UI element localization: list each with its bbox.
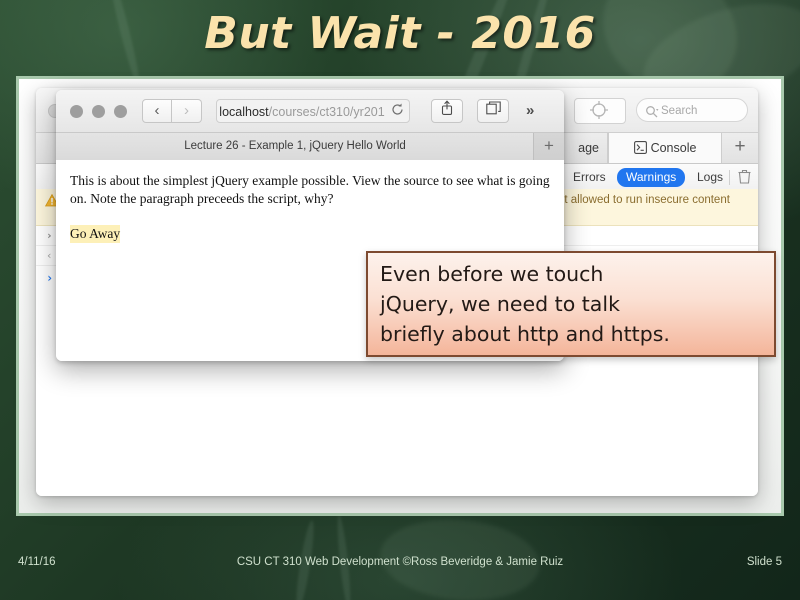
zoom-button[interactable] (114, 105, 127, 118)
page-title: But Wait - 2016 (204, 8, 596, 59)
safari-tab-bar: Lecture 26 - Example 1, jQuery Hello Wor… (56, 133, 564, 161)
tab-console[interactable]: Console (608, 133, 722, 163)
back-button[interactable]: ‹ (142, 99, 172, 123)
callout-box: Even before we touch jQuery, we need to … (366, 251, 776, 357)
prompt-chevron-icon: › (46, 271, 54, 285)
safari-toolbar: ‹ › localhost/courses/ct310/yr201 » (56, 90, 564, 133)
magnifier-icon (645, 104, 659, 121)
tab-storage-label: age (578, 141, 599, 155)
filter-separator (729, 170, 730, 185)
page-paragraph: This is about the simplest jQuery exampl… (70, 173, 550, 206)
footer-slide-number: Slide 5 (746, 556, 782, 568)
forward-button[interactable]: › (172, 99, 202, 123)
callout-line-3: briefly about http and https. (380, 322, 670, 346)
callout-line-1: Even before we touch (380, 262, 604, 286)
console-prompt-icon (633, 135, 647, 165)
tab-console-label: Console (650, 141, 697, 155)
result-arrow-icon: ‹ (46, 249, 53, 262)
callout-line-2: jQuery, we need to talk (380, 292, 620, 316)
chevron-right-icon: › (46, 229, 53, 242)
more-toolbar-items-button[interactable]: » (526, 102, 534, 119)
add-tab-button[interactable]: + (721, 133, 758, 163)
reload-icon[interactable] (391, 100, 404, 122)
inspector-search-input[interactable]: Search (636, 98, 748, 122)
slide: But Wait - 2016 Search age Console + Err… (0, 0, 800, 600)
show-all-tabs-icon[interactable] (477, 99, 509, 123)
url-host: localhost (219, 105, 269, 119)
filter-errors[interactable]: Errors (564, 168, 615, 187)
filter-logs[interactable]: Logs (688, 168, 732, 187)
minimize-button[interactable] (92, 105, 105, 118)
url-path: /courses/ct310/yr201 (268, 105, 385, 119)
crosshair-target-icon[interactable] (574, 98, 626, 124)
footer-course-info: CSU CT 310 Web Development ©Ross Beverid… (236, 556, 564, 568)
close-button[interactable] (70, 105, 83, 118)
share-icon[interactable] (431, 99, 463, 123)
new-tab-button[interactable]: + (533, 133, 564, 160)
page-highlighted-paragraph: Go Away (70, 225, 121, 243)
trash-icon[interactable] (738, 169, 751, 187)
tab-title[interactable]: Lecture 26 - Example 1, jQuery Hello Wor… (56, 133, 534, 160)
address-bar-input[interactable]: localhost/courses/ct310/yr201 (216, 99, 410, 123)
slide-footer: 4/11/16 CSU CT 310 Web Development ©Ross… (0, 556, 800, 576)
inspector-search-placeholder: Search (661, 105, 698, 117)
filter-warnings[interactable]: Warnings (617, 168, 686, 187)
